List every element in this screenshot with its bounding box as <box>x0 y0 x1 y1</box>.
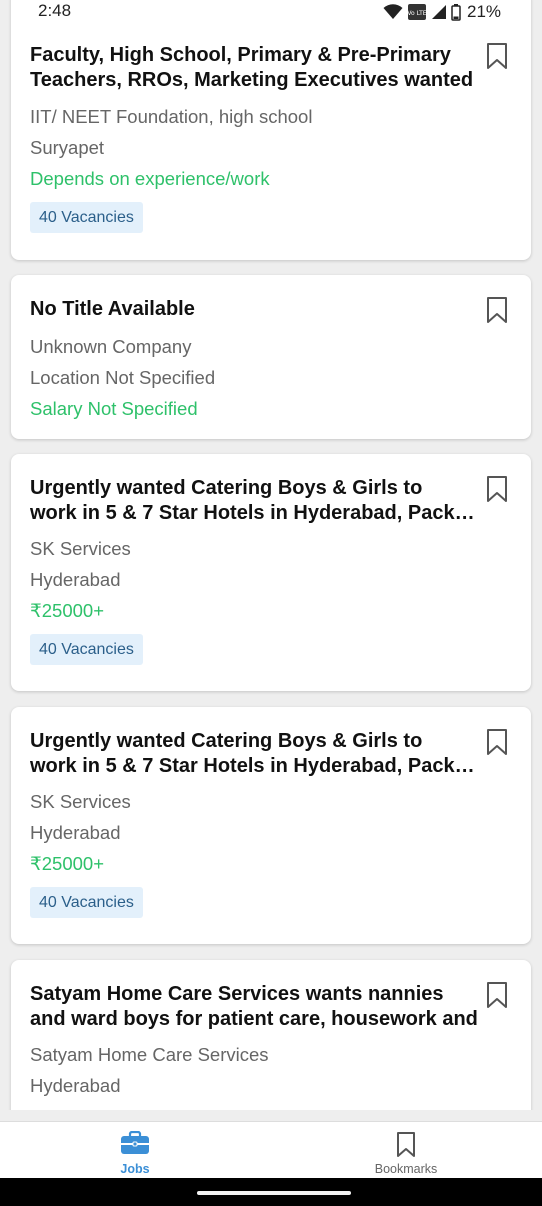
job-salary: ₹25000+ <box>30 853 105 874</box>
bookmark-icon <box>397 1132 415 1157</box>
wifi-icon <box>383 4 403 19</box>
job-title-line: Teachers, RROs, Marketing Executives wan… <box>30 69 474 91</box>
company-name: Unknown Company <box>30 336 192 357</box>
volte-label: Vo LTE <box>407 10 426 17</box>
job-location: Hyderabad <box>30 569 121 590</box>
job-location: Hyderabad <box>30 822 121 843</box>
job-title-line: Satyam Home Care Services wants nannies <box>30 983 444 1005</box>
job-salary: Depends on experience/work <box>30 168 270 189</box>
job-card[interactable]: Urgently wanted Catering Boys & Girls to… <box>11 454 531 691</box>
job-title-line: Faculty, High School, Primary & Pre-Prim… <box>30 44 451 66</box>
vacancies-badge: 40 Vacancies <box>30 202 143 233</box>
nav-jobs-label: Jobs <box>120 1162 150 1176</box>
job-salary: Salary Not Specified <box>30 398 198 419</box>
job-title-line: work in 5 & 7 Star Hotels in Hyderabad, … <box>30 502 480 524</box>
job-title: Satyam Home Care Services wants nannies … <box>30 982 480 1032</box>
company-name: IIT/ NEET Foundation, high school <box>30 106 313 127</box>
status-time: 2:48 <box>38 1 72 20</box>
home-gesture-handle[interactable] <box>197 1191 351 1195</box>
job-title-line: No Title Available <box>30 298 195 320</box>
job-title-line: Urgently wanted Catering Boys & Girls to <box>30 477 423 499</box>
volte-icon: Vo LTE <box>407 4 427 20</box>
bookmark-icon[interactable] <box>486 42 508 70</box>
bottom-navigation: Jobs Bookmarks <box>0 1121 542 1178</box>
company-name: SK Services <box>30 791 131 812</box>
job-title: Faculty, High School, Primary & Pre-Prim… <box>30 43 480 93</box>
briefcase-icon <box>121 1131 149 1154</box>
job-salary: ₹25000+ <box>30 600 105 621</box>
bookmark-icon[interactable] <box>486 296 508 324</box>
vacancies-badge: 40 Vacancies <box>30 887 143 918</box>
system-gesture-bar <box>0 1178 542 1206</box>
nav-bookmarks[interactable]: Bookmarks <box>346 1122 466 1179</box>
job-title-line: Urgently wanted Catering Boys & Girls to <box>30 730 423 752</box>
job-card[interactable]: Urgently wanted Catering Boys & Girls to… <box>11 707 531 944</box>
job-card[interactable]: Satyam Home Care Services wants nannies … <box>11 960 531 1110</box>
bookmark-icon[interactable] <box>486 981 508 1009</box>
job-card[interactable]: Faculty, High School, Primary & Pre-Prim… <box>11 0 531 260</box>
battery-percent: 21% <box>467 2 502 21</box>
job-list[interactable]: Faculty, High School, Primary & Pre-Prim… <box>0 0 542 1110</box>
job-title-line: and ward boys for patient care, housewor… <box>30 1008 478 1030</box>
job-location: Location Not Specified <box>30 367 216 388</box>
company-name: Satyam Home Care Services <box>30 1044 269 1065</box>
signal-icon <box>432 5 446 19</box>
vacancies-badge: 40 Vacancies <box>30 634 143 665</box>
status-icons: Vo LTE 21% <box>383 2 501 22</box>
battery-icon <box>451 3 461 21</box>
nav-jobs[interactable]: Jobs <box>75 1122 195 1179</box>
job-title-line: work in 5 & 7 Star Hotels in Hyderabad, … <box>30 755 480 777</box>
job-title: Urgently wanted Catering Boys & Girls to… <box>30 729 480 779</box>
job-card[interactable]: No Title Available Unknown Company Locat… <box>11 275 531 439</box>
job-location: Hyderabad <box>30 1075 121 1096</box>
bookmark-icon[interactable] <box>486 475 508 503</box>
status-bar: 2:48 Vo LTE 21% <box>0 0 542 22</box>
nav-bookmarks-label: Bookmarks <box>374 1162 438 1176</box>
company-name: SK Services <box>30 538 131 559</box>
job-title: No Title Available <box>30 297 480 322</box>
job-location: Suryapet <box>30 137 105 158</box>
job-title: Urgently wanted Catering Boys & Girls to… <box>30 476 480 526</box>
bookmark-icon[interactable] <box>486 728 508 756</box>
